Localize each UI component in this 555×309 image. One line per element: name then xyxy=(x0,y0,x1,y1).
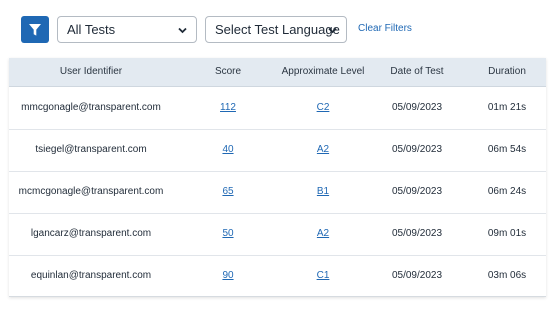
level-link[interactable]: C1 xyxy=(317,270,330,282)
level-link[interactable]: A2 xyxy=(317,144,329,156)
column-header-date[interactable]: Date of Test xyxy=(390,66,443,78)
level-link[interactable]: B1 xyxy=(317,186,329,198)
score-link[interactable]: 90 xyxy=(222,270,233,282)
score-link[interactable]: 50 xyxy=(222,228,233,240)
chevron-down-icon xyxy=(328,27,337,34)
level-link[interactable]: C2 xyxy=(317,102,330,114)
chevron-down-icon xyxy=(178,27,187,34)
test-duration: 03m 06s xyxy=(487,270,527,281)
user-identifier: lgancarz@transparent.com xyxy=(30,228,152,239)
column-header-score[interactable]: Score xyxy=(215,66,241,78)
column-header-level[interactable]: Approximate Level xyxy=(282,66,365,78)
score-link[interactable]: 40 xyxy=(222,144,233,156)
filter-button[interactable] xyxy=(21,16,49,43)
test-date: 05/09/2023 xyxy=(391,228,443,239)
test-date: 05/09/2023 xyxy=(391,270,443,281)
level-link[interactable]: A2 xyxy=(317,228,329,240)
table-header: User Identifier Score Approximate Level … xyxy=(9,58,546,87)
test-duration: 01m 21s xyxy=(487,102,527,113)
test-duration: 06m 54s xyxy=(487,144,527,155)
user-identifier: tsiegel@transparent.com xyxy=(35,144,147,155)
test-duration: 09m 01s xyxy=(487,228,527,239)
user-identifier: mmcgonagle@transparent.com xyxy=(21,102,161,113)
test-date: 05/09/2023 xyxy=(391,102,443,113)
test-date: 05/09/2023 xyxy=(391,186,443,197)
score-link[interactable]: 112 xyxy=(220,102,236,114)
user-identifier: equinlan@transparent.com xyxy=(30,270,152,281)
column-header-duration[interactable]: Duration xyxy=(488,66,526,78)
score-link[interactable]: 65 xyxy=(222,186,233,198)
language-select[interactable]: Select Test Language xyxy=(205,16,347,43)
table-row: mmcgonagle@transparent.com 112 C2 05/09/… xyxy=(9,87,546,130)
clear-filters-link[interactable]: Clear Filters xyxy=(358,23,412,34)
column-header-user[interactable]: User Identifier xyxy=(60,66,122,78)
results-table: User Identifier Score Approximate Level … xyxy=(9,58,546,297)
filter-funnel-icon xyxy=(29,23,41,36)
filter-toolbar: All Tests Select Test Language Clear Fil… xyxy=(0,0,555,60)
test-select-value: All Tests xyxy=(67,22,116,37)
test-duration: 06m 24s xyxy=(487,186,527,197)
table-row: lgancarz@transparent.com 50 A2 05/09/202… xyxy=(9,213,546,256)
table-row: tsiegel@transparent.com 40 A2 05/09/2023… xyxy=(9,129,546,172)
test-select[interactable]: All Tests xyxy=(57,16,197,43)
language-select-value: Select Test Language xyxy=(215,22,340,37)
table-row: mcmcgonagle@transparent.com 65 B1 05/09/… xyxy=(9,171,546,214)
table-row: equinlan@transparent.com 90 C1 05/09/202… xyxy=(9,255,546,297)
test-date: 05/09/2023 xyxy=(391,144,443,155)
user-identifier: mcmcgonagle@transparent.com xyxy=(18,186,164,197)
